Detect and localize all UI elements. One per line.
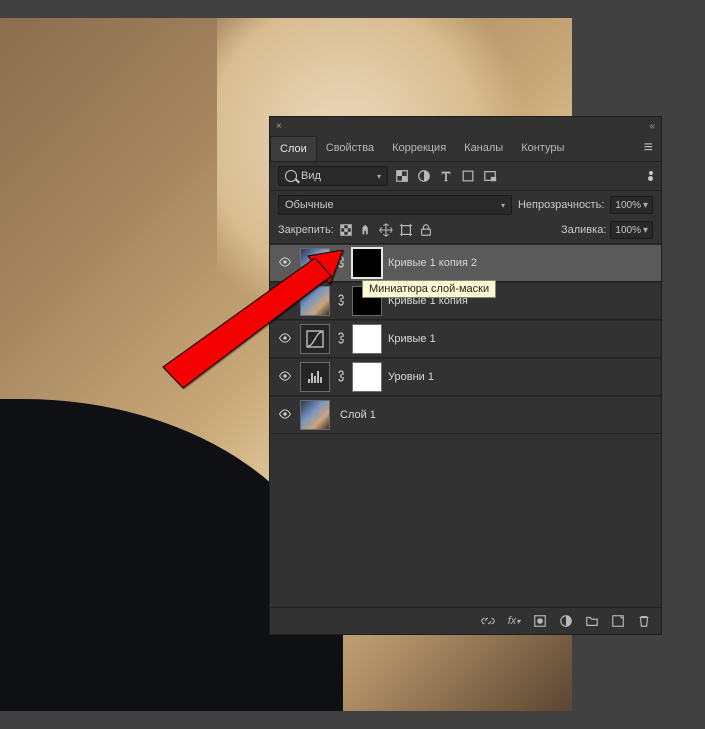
add-mask-icon[interactable] [533, 614, 547, 628]
lock-image-icon[interactable] [358, 222, 374, 238]
panel-tabs: Слои Свойства Коррекция Каналы Контуры ≡ [270, 135, 661, 162]
delete-layer-icon[interactable] [637, 614, 651, 628]
filter-adjustment-icon[interactable] [416, 168, 432, 184]
opacity-label: Непрозрачность: [518, 199, 604, 211]
chevron-down-icon: ▾ [501, 201, 505, 210]
layer-mask-thumbnail[interactable] [352, 248, 382, 278]
layer-name[interactable]: Кривые 1 [388, 333, 655, 345]
fill-label: Заливка: [561, 224, 606, 236]
lock-artboard-icon[interactable] [398, 222, 414, 238]
panel-titlebar[interactable]: × « [270, 117, 661, 135]
fill-value: 100% [615, 225, 641, 236]
filter-kind-label: Вид [301, 170, 321, 182]
layer-row[interactable]: Слой 1 [270, 396, 661, 434]
annotation-arrow [158, 250, 348, 390]
chevron-down-icon: ▾ [643, 200, 648, 211]
close-icon[interactable]: × [276, 121, 282, 132]
tab-channels[interactable]: Каналы [455, 136, 512, 160]
tab-adjustments[interactable]: Коррекция [383, 136, 455, 160]
opacity-input[interactable]: 100% ▾ [610, 196, 653, 214]
lock-label: Закрепить: [278, 224, 334, 236]
chevron-down-icon: ▾ [377, 172, 381, 181]
lock-all-icon[interactable] [418, 222, 434, 238]
panel-menu-icon[interactable]: ≡ [636, 135, 661, 161]
new-layer-icon[interactable] [611, 614, 625, 628]
search-icon [285, 170, 297, 182]
new-adjustment-icon[interactable] [559, 614, 573, 628]
fill-input[interactable]: 100% ▾ [610, 221, 653, 239]
blend-mode-select[interactable]: Обычные ▾ [278, 195, 512, 215]
collapse-icon[interactable]: « [649, 121, 655, 132]
layer-filter-row: Вид ▾ [270, 162, 661, 191]
tab-paths[interactable]: Контуры [512, 136, 573, 160]
chevron-down-icon: ▾ [643, 225, 648, 236]
lock-position-icon[interactable] [378, 222, 394, 238]
tab-layers[interactable]: Слои [270, 136, 317, 161]
filter-pixel-icon[interactable] [394, 168, 410, 184]
link-layers-icon[interactable] [481, 614, 495, 628]
lock-transparency-icon[interactable] [338, 222, 354, 238]
layer-mask-thumbnail[interactable] [352, 362, 382, 392]
filter-type-icon[interactable] [438, 168, 454, 184]
layer-name[interactable]: Уровни 1 [388, 371, 655, 383]
panel-footer: fx▾ [270, 607, 661, 634]
blend-mode-label: Обычные [285, 199, 334, 211]
tab-properties[interactable]: Свойства [317, 136, 383, 160]
new-group-icon[interactable] [585, 614, 599, 628]
layer-name[interactable]: Слой 1 [340, 409, 655, 421]
lock-row: Закрепить: Заливка: 100% ▾ [270, 219, 661, 244]
layer-name[interactable]: Кривые 1 копия 2 [388, 257, 655, 269]
visibility-icon[interactable] [276, 406, 294, 424]
layer-thumbnail[interactable] [300, 400, 330, 430]
filter-smartobject-icon[interactable] [482, 168, 498, 184]
layer-style-icon[interactable]: fx▾ [507, 614, 521, 628]
tooltip: Миниатюра слой-маски [362, 280, 496, 298]
filter-kind-select[interactable]: Вид ▾ [278, 166, 388, 186]
filter-shape-icon[interactable] [460, 168, 476, 184]
layer-mask-thumbnail[interactable] [352, 324, 382, 354]
blend-row: Обычные ▾ Непрозрачность: 100% ▾ [270, 191, 661, 219]
filter-toggle[interactable] [648, 171, 653, 181]
opacity-value: 100% [615, 200, 641, 211]
